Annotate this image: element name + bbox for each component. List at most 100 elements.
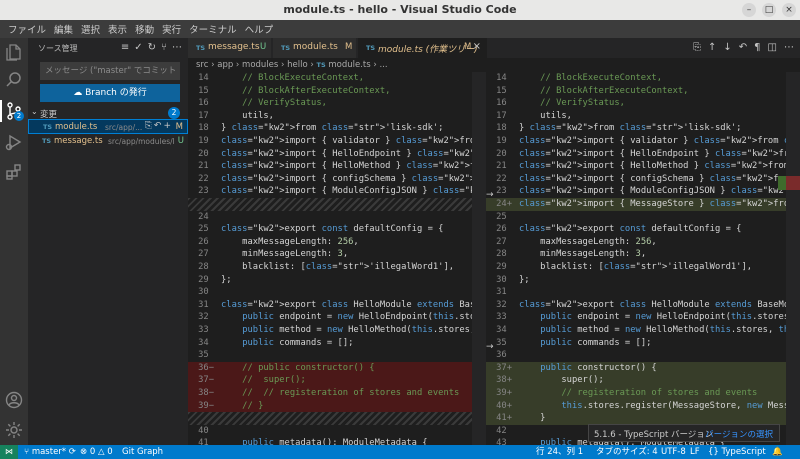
code-line[interactable]: 34 public commands = []; — [188, 337, 478, 350]
code-line[interactable]: 21 class="kw2">import { HelloMethod } cl… — [486, 160, 786, 173]
eol-status[interactable]: LF — [690, 445, 700, 459]
code-line[interactable]: 35 public commands = []; — [486, 337, 786, 350]
remote-indicator-icon[interactable]: ⋈ — [0, 445, 18, 459]
changes-group[interactable]: ⌄ 変更 2 — [28, 106, 188, 120]
inline-view-icon[interactable]: ¶ — [754, 42, 760, 53]
code-line[interactable]: 35 — [188, 349, 478, 362]
previous-change-icon[interactable]: ↑ — [708, 42, 716, 53]
code-line[interactable]: 20 class="kw2">import { HelloEndpoint } … — [486, 148, 786, 161]
code-line[interactable]: 37+ public constructor() { — [486, 361, 786, 375]
encoding-status[interactable]: UTF-8 — [661, 445, 686, 459]
code-line[interactable]: 16 // VerifyStatus, — [188, 97, 478, 110]
code-line[interactable]: 29 }; — [188, 274, 478, 287]
code-line[interactable]: 41 public metadata(): ModuleMetadata { — [188, 437, 478, 445]
code-line[interactable]: 31 class="kw2">export class HelloModule … — [188, 299, 478, 312]
menu-edit[interactable]: 編集 — [50, 22, 77, 36]
menu-view[interactable]: 表示 — [104, 22, 131, 36]
menu-terminal[interactable]: ターミナル — [185, 22, 241, 36]
breadcrumb-file[interactable]: module.ts — [328, 60, 370, 70]
code-line[interactable]: 27 maxMessageLength: 256, — [486, 236, 786, 249]
search-icon[interactable] — [4, 70, 24, 90]
menu-help[interactable]: ヘルプ — [241, 22, 278, 36]
source-control-icon[interactable]: 2 — [4, 101, 24, 121]
code-line[interactable]: 18 } class="kw2">from class="str">'lisk-… — [188, 122, 478, 135]
tab-size-status[interactable]: タブのサイズ: 4 — [596, 445, 658, 459]
code-line[interactable]: 14 // BlockExecuteContext, — [188, 72, 478, 85]
code-line[interactable]: 23 class="kw2">import { ModuleConfigJSON… — [188, 185, 478, 198]
code-line[interactable]: 34 public method = new HelloMethod(this.… — [486, 324, 786, 337]
code-line[interactable]: 20 class="kw2">import { HelloEndpoint } … — [188, 148, 478, 161]
code-line[interactable]: 32 class="kw2">export class HelloModule … — [486, 299, 786, 312]
code-line[interactable]: 18 } class="kw2">from class="str">'lisk-… — [486, 122, 786, 135]
commit-check-icon[interactable]: ✓ — [134, 42, 142, 53]
breadcrumb-item[interactable]: hello — [287, 60, 308, 70]
menu-go[interactable]: 移動 — [131, 22, 158, 36]
changed-file-module-ts[interactable]: TS module.ts src/app/... ⎘↶+ M — [28, 119, 188, 134]
code-line[interactable]: 19 class="kw2">import { validator } clas… — [486, 135, 786, 148]
code-line[interactable]: 30 — [188, 286, 478, 299]
code-line[interactable]: 38− // // registeration of stores and ev… — [188, 387, 478, 400]
code-line[interactable]: 17 utils, — [188, 110, 478, 123]
notifications-icon[interactable]: 🔔 — [772, 445, 783, 459]
code-line[interactable]: 24 — [188, 211, 478, 224]
account-icon[interactable] — [4, 390, 24, 410]
code-line[interactable]: 22 class="kw2">import { configSchema } c… — [188, 173, 478, 186]
code-line[interactable]: 15 // BlockAfterExecuteContext, — [486, 85, 786, 98]
code-line[interactable]: 19 class="kw2">import { validator } clas… — [188, 135, 478, 148]
commit-message-input[interactable] — [40, 62, 180, 80]
code-line[interactable]: 26 class="kw2">export const defaultConfi… — [486, 223, 786, 236]
code-line[interactable]: 41+ } — [486, 412, 786, 425]
original-overview-ruler[interactable] — [472, 72, 486, 445]
breadcrumb-symbol[interactable]: ... — [379, 60, 387, 70]
modified-overview-ruler[interactable] — [786, 72, 800, 445]
close-tab-icon[interactable]: × — [473, 41, 481, 52]
code-line[interactable]: 24+ class="kw2">import { MessageStore } c… — [486, 198, 786, 211]
open-file-icon[interactable]: ⎘ — [693, 42, 701, 53]
code-line[interactable]: 26 maxMessageLength: 256, — [188, 236, 478, 249]
code-line[interactable]: 36 — [486, 349, 786, 362]
code-line[interactable]: 28 blacklist: [class="str">'illegalWord1… — [188, 261, 478, 274]
branch-status[interactable]: ⑂ master* ⟳ — [24, 445, 76, 459]
stage-changes-icon[interactable]: + — [163, 121, 173, 131]
code-line[interactable]: 14 // BlockExecuteContext, — [486, 72, 786, 85]
refresh-icon[interactable]: ↻ — [148, 42, 156, 53]
files-icon[interactable] — [4, 42, 24, 62]
diff-spacer-line[interactable] — [188, 198, 478, 211]
select-version-link[interactable]: バージョンの選択 — [705, 428, 773, 440]
breadcrumb-item[interactable]: modules — [242, 60, 278, 70]
diff-original-pane[interactable]: 14 // BlockExecuteContext, 15 // BlockAft… — [188, 72, 478, 445]
open-file-icon[interactable]: ⎘ — [145, 121, 154, 131]
tab-module-ts[interactable]: TS module.ts M — [273, 38, 357, 58]
code-line[interactable]: 39+ // registeration of stores and event… — [486, 387, 786, 400]
graph-icon[interactable]: ⑂ — [161, 42, 167, 53]
revert-icon[interactable]: ↶ — [739, 42, 747, 53]
next-change-icon[interactable]: ↓ — [723, 42, 731, 53]
code-line[interactable]: 38+ super(); — [486, 374, 786, 387]
git-graph-status[interactable]: Git Graph — [122, 445, 163, 459]
menu-file[interactable]: ファイル — [4, 22, 50, 36]
code-line[interactable]: 40 — [188, 425, 478, 438]
tab-module-ts-working-tree[interactable]: TS module.ts (作業ツリー) M × — [358, 38, 488, 58]
code-line[interactable]: 17 utils, — [486, 110, 786, 123]
problems-status[interactable]: ⊗ 0 △ 0 — [80, 445, 113, 459]
code-line[interactable]: 33 public method = new HelloMethod(this.… — [188, 324, 478, 337]
menu-run[interactable]: 実行 — [158, 22, 185, 36]
close-window-icon[interactable]: × — [782, 3, 796, 17]
cursor-position[interactable]: 行 24、列 1 — [536, 445, 583, 459]
menu-selection[interactable]: 選択 — [77, 22, 104, 36]
code-line[interactable]: 23 class="kw2">import { ModuleConfigJSON… — [486, 185, 786, 198]
changed-file-message-ts[interactable]: TS message.ts src/app/modules/h... U — [28, 134, 188, 149]
breadcrumb-item[interactable]: app — [217, 60, 233, 70]
code-line[interactable]: 22 class="kw2">import { configSchema } c… — [486, 173, 786, 186]
diff-modified-pane[interactable]: 14 // BlockExecuteContext, 15 // BlockAft… — [486, 72, 786, 445]
revert-block-icon[interactable]: → — [486, 190, 494, 200]
breadcrumb-item[interactable]: src — [196, 60, 208, 70]
split-editor-icon[interactable]: ◫ — [768, 42, 777, 53]
code-line[interactable]: 21 class="kw2">import { HelloMethod } cl… — [188, 160, 478, 173]
language-status[interactable]: {} TypeScript — [708, 445, 766, 459]
code-line[interactable]: 16 // VerifyStatus, — [486, 97, 786, 110]
code-line[interactable]: 37− // super(); — [188, 374, 478, 387]
code-line[interactable]: 33 public endpoint = new HelloEndpoint(t… — [486, 311, 786, 324]
more-actions-icon[interactable]: ⋯ — [172, 42, 182, 53]
diff-spacer-line[interactable] — [188, 412, 478, 425]
